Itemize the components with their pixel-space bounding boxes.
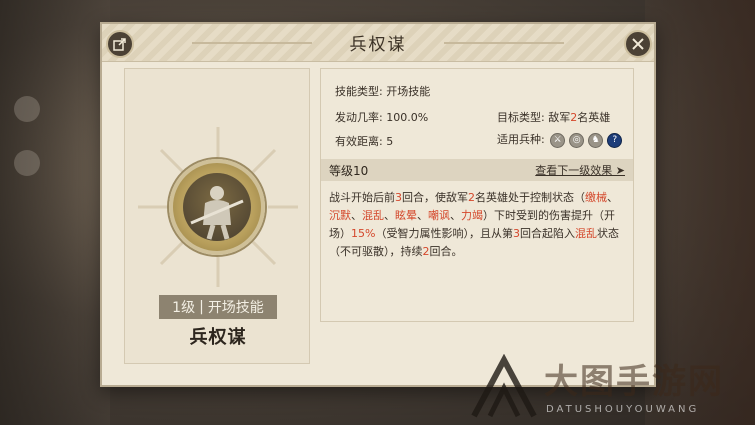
background-map-node [14,96,40,122]
desc-highlight: 3 [512,227,520,240]
target-type-row: 目标类型: 敌军2名英雄 [497,109,610,125]
desc-status: 缴械 [585,191,607,204]
skill-emblem [169,159,265,255]
watermark-subtitle: DATUSHOUYOUWANG [546,404,700,415]
units-label: 适用兵种: [497,133,545,146]
question-icon[interactable]: ? [607,132,623,148]
tag-divider: | [199,299,204,315]
title-decoration [444,42,564,44]
desc-status: 沉默 [329,209,351,222]
desc-text: 名英雄处于控制状态（ [475,191,585,204]
warrior-icon [183,173,251,241]
trigger-rate-row: 发动几率: 100.0% [335,109,428,125]
desc-highlight: 3 [395,191,402,204]
sword-icon[interactable]: ⚔ [550,132,566,148]
skill-type-value: 开场技能 [386,85,431,98]
desc-status: 嘲讽 [428,209,450,222]
desc-text: 、 [450,209,461,222]
house-logo-icon [471,354,537,418]
desc-text: 、 [607,191,618,204]
dialog-title: 兵权谋 [349,35,407,55]
watermark-title: 大图手游网 [544,362,724,402]
level-bar: 等级10 查看下一级效果 ➤ [321,159,633,181]
skill-name: 兵权谋 [189,327,247,348]
desc-highlight: 2 [422,245,430,258]
desc-text: 回合。 [429,245,463,258]
desc-status: 力竭 [461,209,483,222]
skill-type-label: 技能类型: [335,85,383,98]
units-row: 适用兵种: ⚔ ◎ ♞ ? [497,131,623,148]
close-button[interactable] [624,30,652,58]
desc-highlight: 15% [351,227,376,240]
horse-icon[interactable]: ♞ [588,132,604,148]
target-type-label: 目标类型: [497,111,545,124]
desc-text: 、 [351,209,362,222]
desc-text: 回合起陷入 [519,227,575,240]
desc-status: 混乱 [574,227,597,240]
desc-text: 、 [417,209,428,222]
shield-icon[interactable]: ◎ [569,132,585,148]
skill-level: 1级 [172,300,196,316]
skill-portrait-panel: 1级 | 开场技能 兵权谋 [124,68,310,364]
range-value: 5 [386,135,394,148]
target-type-suffix: 名英雄 [577,111,611,124]
share-button[interactable] [106,30,134,58]
desc-text: 回合，使敌军 [402,191,468,204]
skill-type-row: 技能类型: 开场技能 [335,83,430,99]
level-label: 等级10 [329,163,369,178]
target-type-prefix: 敌军 [548,111,571,124]
trigger-rate-value: 100.0% [386,111,429,124]
next-level-link[interactable]: 查看下一级效果 ➤ [535,162,625,178]
dialog-title-bar: 兵权谋 [102,24,654,62]
close-icon [632,38,644,50]
background-left [0,0,110,425]
desc-text: 、 [384,209,395,222]
trigger-rate-label: 发动几率: [335,111,383,124]
range-row: 有效距离: 5 [335,133,393,149]
skill-info-panel: 技能类型: 开场技能 发动几率: 100.0% 目标类型: 敌军2名英雄 有效距… [320,68,634,322]
desc-text: 战斗开始后前 [329,191,395,204]
skill-type-tag: 开场技能 [207,300,264,316]
desc-highlight: 2 [468,191,475,204]
range-label: 有效距离: [335,135,383,148]
watermark: 大图手游网 DATUSHOUYOUWANG [470,352,750,422]
share-icon [113,38,126,51]
desc-text: （受智力属性影响），且从第 [375,227,513,240]
skill-description: 战斗开始后前3回合，使敌军2名英雄处于控制状态（缴械、沉默、混乱、眩晕、嘲讽、力… [329,189,627,261]
desc-status: 眩晕 [395,209,417,222]
skill-dialog: 兵权谋 1级 | 开场技能 兵权谋 技能类型: 开场技能 发动几率: 100.0… [100,22,656,387]
title-decoration [192,42,312,44]
background-map-node [14,150,40,176]
skill-level-tag: 1级 | 开场技能 [159,295,277,319]
desc-status: 混乱 [362,209,384,222]
